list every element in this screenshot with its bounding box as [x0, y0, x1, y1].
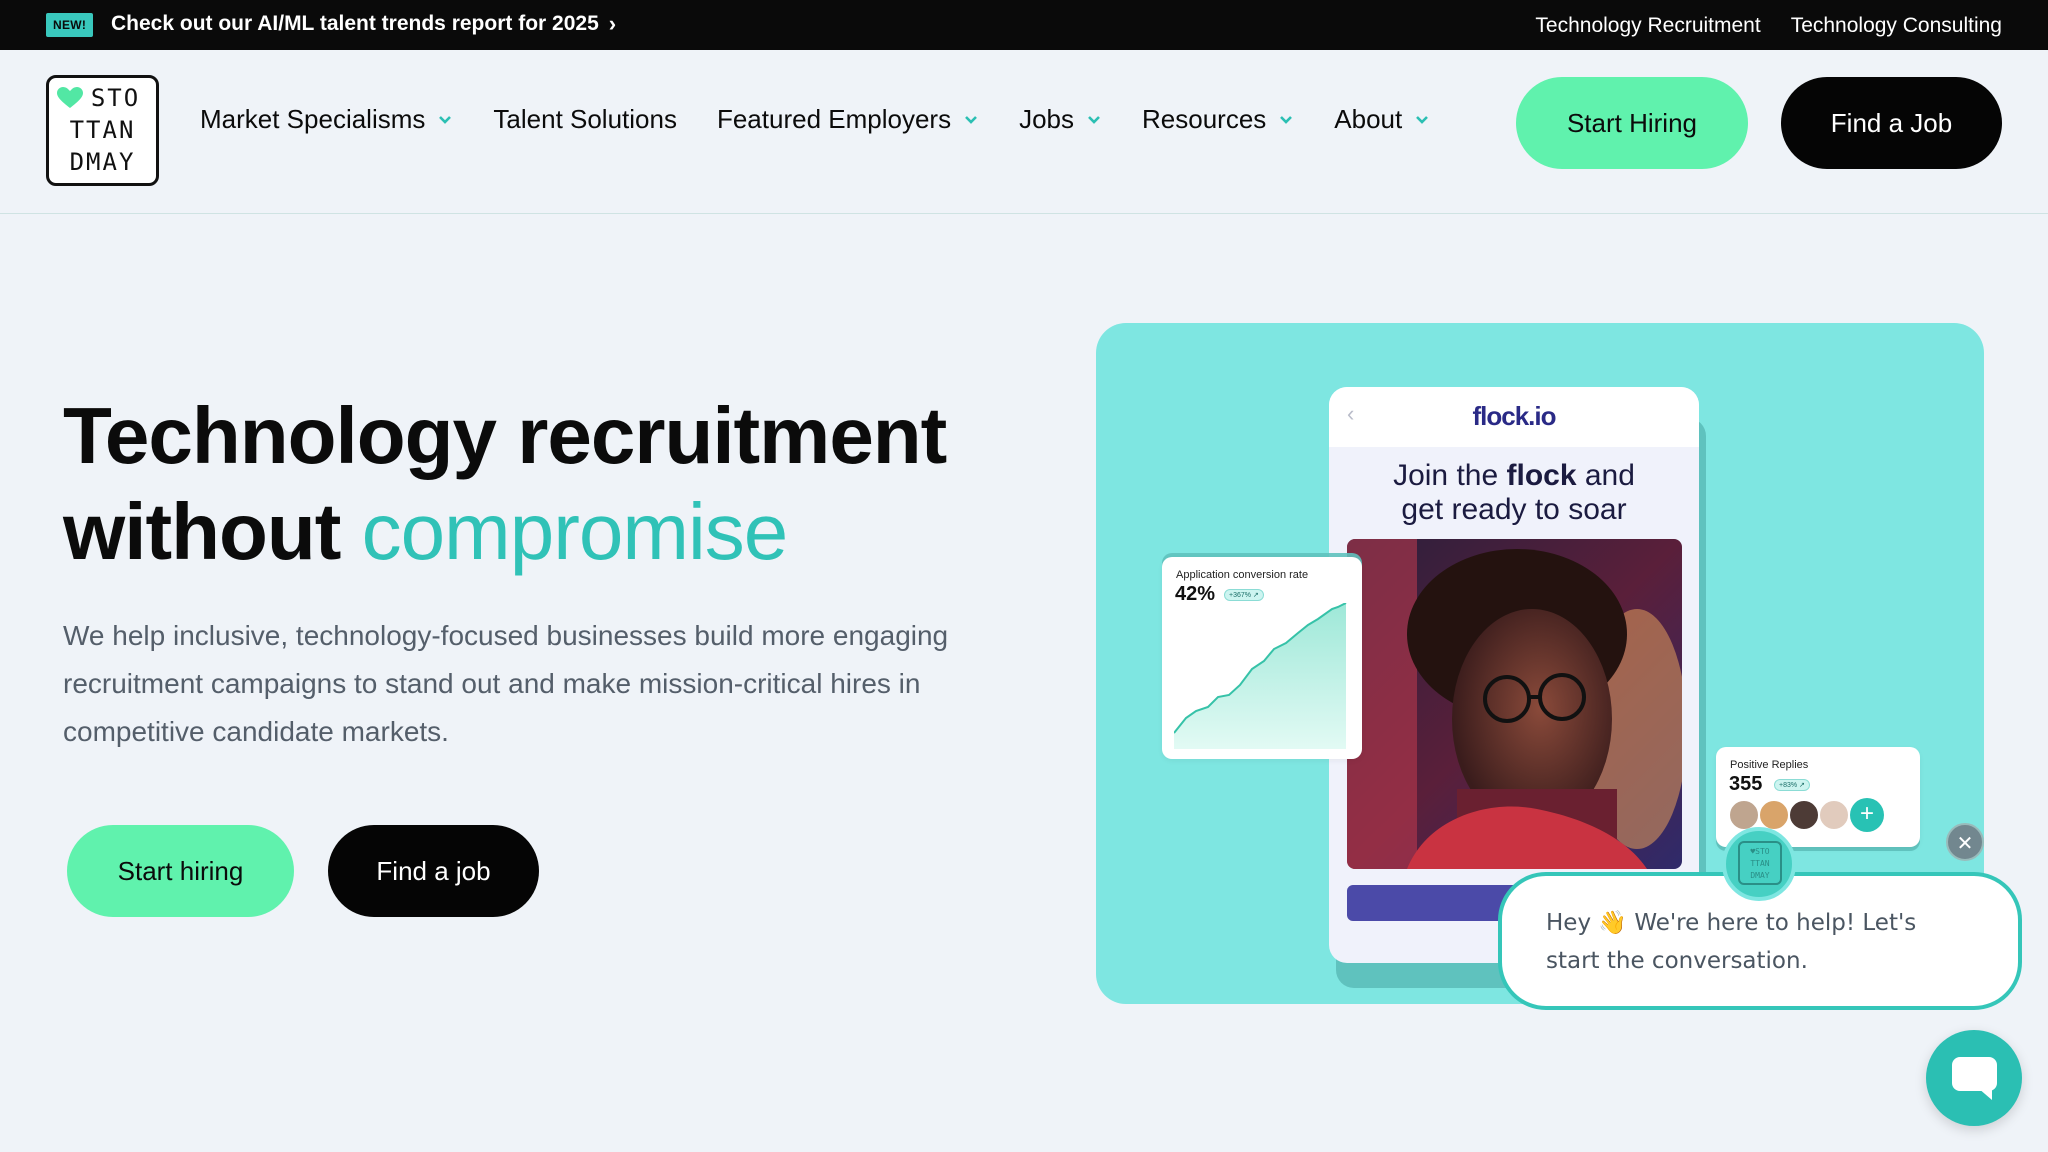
start-hiring-button[interactable]: Start Hiring — [1516, 77, 1748, 169]
nav-market-specialisms[interactable]: Market Specialisms — [200, 104, 453, 135]
replies-delta: +83% ↗ — [1774, 779, 1810, 791]
replies-value: 355 — [1729, 773, 1763, 795]
nav-label: Talent Solutions — [493, 104, 677, 134]
nav-label: Resources — [1142, 104, 1267, 134]
hero-title-line1: Technology recruitment — [63, 391, 947, 480]
phone-header: ‹ flock.io — [1329, 387, 1699, 447]
top-links: Technology Recruitment Technology Consul… — [1535, 14, 2002, 38]
find-a-job-button[interactable]: Find a Job — [1781, 77, 2002, 169]
tagline-post: and — [1576, 459, 1635, 492]
nav-label: Featured Employers — [716, 104, 952, 134]
nav-featured-employers[interactable]: Featured Employers — [717, 104, 979, 135]
announcement-bar: NEW! Check out our AI/ML talent trends r… — [0, 0, 2048, 50]
promo-text: Check out our AI/ML talent trends report… — [111, 12, 599, 35]
tagline-line2: get ready to soar — [1401, 493, 1627, 526]
hero-title-accent: compromise — [361, 487, 789, 576]
nav-label: About — [1334, 104, 1403, 134]
chevron-down-icon — [439, 115, 452, 124]
chat-close-button[interactable]: ✕ — [1946, 823, 1984, 861]
avatar — [1758, 799, 1790, 831]
hero-title-line2: without — [63, 487, 362, 576]
chevron-down-icon — [1280, 115, 1293, 124]
logo-row-3: DMAY — [69, 148, 136, 176]
nav-label: Market Specialisms — [200, 104, 426, 134]
mini-logo: ♥STO TTAN DMAY — [1738, 841, 1782, 885]
tagline-pre: Join the — [1393, 459, 1507, 492]
chevron-down-icon — [1416, 115, 1429, 124]
flock-logo: flock.io — [1472, 401, 1556, 431]
avatar — [1818, 799, 1850, 831]
nav-about[interactable]: About — [1334, 104, 1430, 135]
conversion-card: Application conversion rate 42% +367% ↗ — [1162, 557, 1362, 759]
chat-bubble-tail — [1978, 1088, 1992, 1100]
chat-bubble-icon — [1952, 1057, 1997, 1091]
hero-title: Technology recruitment without compromis… — [63, 388, 947, 580]
technology-recruitment-link[interactable]: Technology Recruitment — [1535, 14, 1760, 38]
hero-start-hiring-button[interactable]: Start hiring — [67, 825, 294, 917]
candidate-photo — [1347, 539, 1682, 869]
replies-label: Positive Replies — [1730, 759, 1809, 771]
hero-subtitle: We help inclusive, technology-focused bu… — [63, 620, 949, 747]
chevron-down-icon — [1088, 115, 1100, 124]
new-badge: NEW! — [46, 13, 94, 37]
technology-consulting-link[interactable]: Technology Consulting — [1791, 14, 2002, 38]
avatar — [1788, 799, 1820, 831]
hero-find-job-button[interactable]: Find a job — [328, 825, 539, 917]
logo-row-1: STO — [90, 84, 141, 112]
chat-launcher-button[interactable] — [1926, 1030, 2022, 1126]
nav-resources[interactable]: Resources — [1142, 104, 1294, 135]
phone-tagline: Join the flock and get ready to soar — [1329, 459, 1699, 527]
main-nav: STO TTAN DMAY Market Specialisms Talent … — [0, 50, 2048, 214]
promo-link[interactable]: Check out our AI/ML talent trends report… — [111, 11, 616, 37]
chevron-right-icon: › — [608, 11, 617, 36]
plus-icon: + — [1850, 798, 1884, 832]
logo-row-2: TTAN — [69, 116, 136, 144]
chat-agent-avatar: ♥STO TTAN DMAY — [1722, 827, 1796, 901]
nav-menu: Market Specialisms Talent Solutions Feat… — [200, 104, 1470, 135]
logo[interactable]: STO TTAN DMAY — [46, 75, 159, 186]
chevron-down-icon — [965, 115, 977, 124]
tagline-bold: flock — [1506, 459, 1577, 492]
nav-jobs[interactable]: Jobs — [1019, 104, 1102, 135]
conversion-label: Application conversion rate — [1176, 569, 1309, 581]
nav-talent-solutions[interactable]: Talent Solutions — [493, 104, 677, 135]
conversion-chart — [1174, 603, 1347, 749]
conversion-delta: +367% ↗ — [1224, 589, 1264, 601]
nav-label: Jobs — [1019, 104, 1074, 134]
